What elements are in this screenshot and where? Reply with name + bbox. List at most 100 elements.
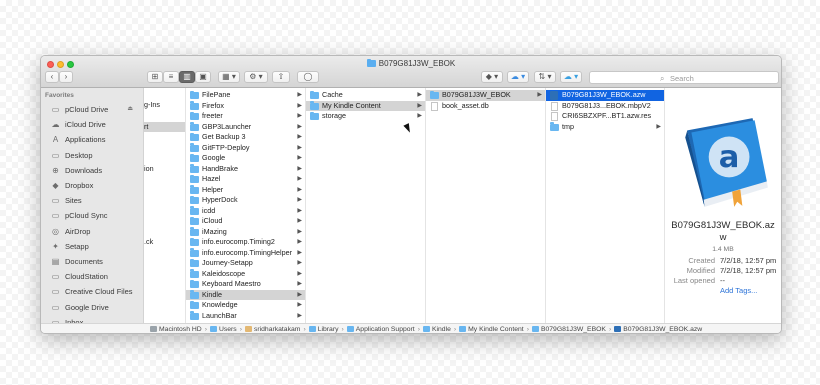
path-segment[interactable]: B079G81J3W_EBOK <box>531 325 606 333</box>
search-placeholder: Search <box>670 74 694 83</box>
sidebar-item[interactable]: ▤ Documents <box>41 254 143 269</box>
list-item[interactable]: iMazing ▶ <box>186 227 305 238</box>
column-4[interactable]: B079G81J3W_EBOK.azw B079G81J3...EBOK.mbpV… <box>546 88 665 323</box>
list-item[interactable]: Firefox ▶ <box>186 101 305 112</box>
sidebar-item[interactable]: ▭ pCloud Sync <box>41 208 143 223</box>
list-item[interactable]: B079G81J3...EBOK.mbpV2 <box>546 101 664 112</box>
list-view-button[interactable]: ≡ <box>163 71 179 83</box>
add-tags-row: Add Tags... <box>665 286 781 296</box>
action-gear-button[interactable]: ⚙ ▾ <box>244 71 268 83</box>
path-segment[interactable]: B079G81J3W_EBOK.azw <box>614 325 702 333</box>
path-segment[interactable]: Library <box>308 325 338 333</box>
folder-icon <box>209 325 217 332</box>
cloud-icon: ☁ <box>51 120 60 130</box>
list-item[interactable]: Keyboard Maestro ▶ <box>186 279 305 290</box>
folder-icon <box>190 90 199 99</box>
column-0[interactable]: g-Ins rt ion .ck <box>144 88 186 323</box>
list-item-label: info.eurocomp.TimingHelper <box>202 247 293 257</box>
list-item[interactable]: GitFTP-Deploy ▶ <box>186 143 305 154</box>
back-button[interactable]: ‹ <box>45 71 59 83</box>
column-0-fragment[interactable]: ion <box>144 164 154 173</box>
path-segment[interactable]: My Kindle Content <box>459 325 524 333</box>
path-segment[interactable]: Kindle <box>422 325 451 333</box>
gallery-view-button[interactable]: ▣ <box>195 71 211 83</box>
column-view-button[interactable]: ▥ <box>179 71 195 83</box>
list-item[interactable]: B079G81J3W_EBOK.azw <box>546 90 664 101</box>
list-item[interactable]: CRI6SBZXPF...BT1.azw.res <box>546 111 664 122</box>
list-item[interactable]: Kindle ▶ <box>186 289 305 300</box>
list-item[interactable]: FilePane ▶ <box>186 90 305 101</box>
folder-icon <box>550 122 559 131</box>
sidebar-item[interactable]: ◎ AirDrop <box>41 224 143 239</box>
list-item[interactable]: LaunchBar ▶ <box>186 311 305 322</box>
list-item[interactable]: storage ▶ <box>306 111 425 122</box>
add-tags-link[interactable]: Add Tags... <box>720 286 757 295</box>
folder-icon <box>190 143 199 152</box>
sidebar-item[interactable]: ▭ Desktop <box>41 148 143 163</box>
list-item-label: My Kindle Content <box>322 100 381 110</box>
share-button[interactable]: ⇧ <box>272 71 290 83</box>
list-item[interactable]: book_asset.db <box>426 101 545 112</box>
document-icon <box>551 101 558 111</box>
sidebar-item[interactable]: ▭ Creative Cloud Files <box>41 284 143 299</box>
disclosure-arrow-icon: ▶ <box>297 92 302 98</box>
column-0-fragment[interactable]: .ck <box>144 237 153 246</box>
list-item[interactable]: info.eurocomp.Timing2 ▶ <box>186 237 305 248</box>
list-item[interactable]: HandBrake ▶ <box>186 164 305 175</box>
path-segment[interactable]: Macintosh HD <box>150 325 202 333</box>
list-item[interactable]: tmp ▶ <box>546 122 664 133</box>
sidebar-item[interactable]: ⊕ Downloads <box>41 163 143 178</box>
document-icon <box>431 101 438 111</box>
list-item[interactable]: My Kindle Content ▶ <box>306 100 425 111</box>
list-item[interactable]: B079G81J3W_EBOK ▶ <box>426 90 545 101</box>
list-item[interactable]: Cache ▶ <box>306 90 425 101</box>
list-item-label: B079G81J3W_EBOK.azw <box>562 90 646 99</box>
sidebar-item[interactable]: ☁ iCloud Drive <box>41 117 143 132</box>
search-field[interactable]: ⌕ Search <box>589 71 779 84</box>
path-separator-icon: › <box>417 326 420 333</box>
creative-cloud-menu-button[interactable]: ☁ ▾ <box>560 71 582 83</box>
column-1[interactable]: FilePane ▶ Firefox ▶ freeter ▶ GBP3Launcher ▶ Ge… <box>186 88 306 323</box>
sidebar-item[interactable]: ▭ pCloud Drive ⏏ <box>41 102 143 117</box>
list-item[interactable]: icdd ▶ <box>186 206 305 217</box>
sidebar-item[interactable]: ▭ Sites <box>41 193 143 208</box>
sidebar-item[interactable]: ◆ Dropbox <box>41 178 143 193</box>
sidebar-item[interactable]: A Applications <box>41 132 143 147</box>
disclosure-arrow-icon: ▶ <box>297 270 302 277</box>
preview-filename-line: w <box>719 232 727 243</box>
modified-label: Modified <box>686 266 715 275</box>
list-item[interactable]: Hazel ▶ <box>186 174 305 185</box>
eject-icon[interactable]: ⏏ <box>127 102 133 117</box>
list-item-label: Helper <box>202 184 224 194</box>
forward-button[interactable]: › <box>59 71 73 83</box>
list-item[interactable]: Knowledge ▶ <box>186 300 305 311</box>
sync-menu-button[interactable]: ⇅ ▾ <box>534 71 556 83</box>
column-0-fragment[interactable]: g-Ins <box>144 100 160 109</box>
group-by-button[interactable]: ▦ ▾ <box>218 71 240 83</box>
icon-view-button[interactable]: ⊞ <box>147 71 163 83</box>
cloud-menu-button[interactable]: ☁ ▾ <box>507 71 529 83</box>
list-item[interactable]: Kaleidoscope ▶ <box>186 269 305 280</box>
list-item[interactable]: Journey-Setapp ▶ <box>186 258 305 269</box>
list-item[interactable]: iCloud ▶ <box>186 216 305 227</box>
sidebar-item[interactable]: ▭ CloudStation <box>41 269 143 284</box>
sidebar-item[interactable]: ✦ Setapp <box>41 239 143 254</box>
list-item[interactable]: freeter ▶ <box>186 111 305 122</box>
column-3[interactable]: B079G81J3W_EBOK ▶ book_asset.db <box>426 88 546 323</box>
sidebar-item[interactable]: ▭ Google Drive <box>41 300 143 315</box>
path-segment[interactable]: Users <box>209 325 237 333</box>
list-item[interactable]: GBP3Launcher ▶ <box>186 122 305 133</box>
list-item[interactable]: Get Backup 3 ▶ <box>186 132 305 143</box>
disclosure-arrow-icon: ▶ <box>297 302 302 308</box>
list-item[interactable]: Helper ▶ <box>186 185 305 196</box>
dropbox-menu-button[interactable]: ◆ ▾ <box>481 71 503 83</box>
list-item-label: Kindle <box>202 289 222 299</box>
edit-tags-button[interactable]: ◯ <box>297 71 319 83</box>
column-0-fragment[interactable]: rt <box>144 122 185 132</box>
path-segment[interactable]: Application Support <box>346 325 415 333</box>
list-item[interactable]: info.eurocomp.TimingHelper ▶ <box>186 248 305 259</box>
list-item[interactable]: HyperDock ▶ <box>186 195 305 206</box>
kindle-file-icon <box>550 91 558 100</box>
list-item[interactable]: Google ▶ <box>186 153 305 164</box>
path-segment[interactable]: sridharkatakam <box>244 325 300 333</box>
